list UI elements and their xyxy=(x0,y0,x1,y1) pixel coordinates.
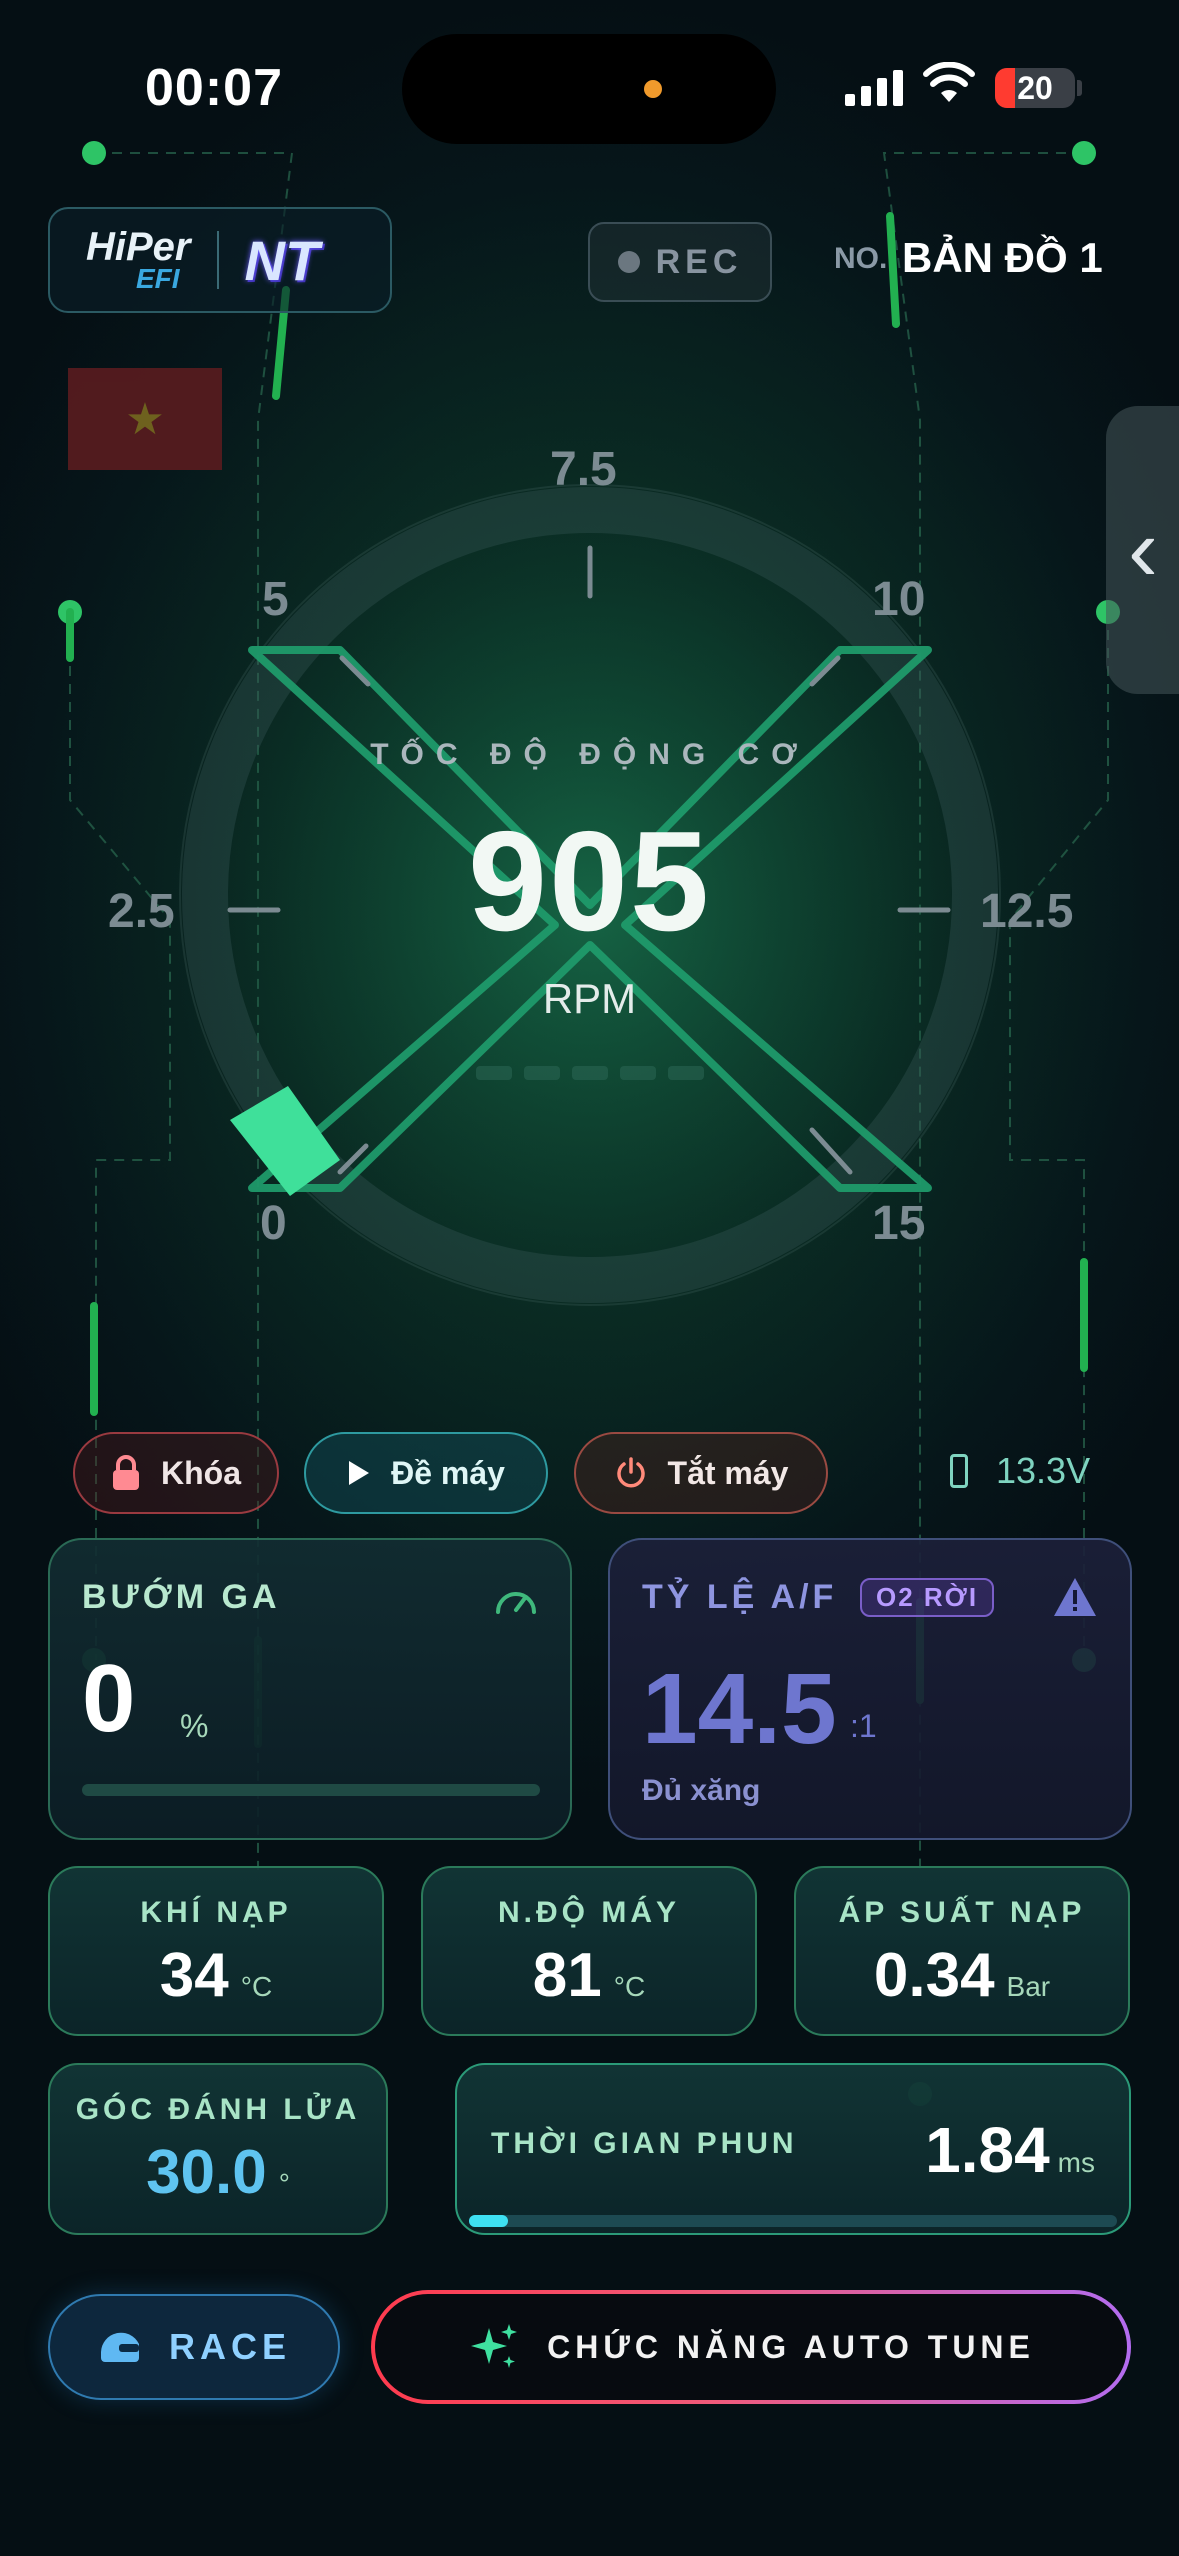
race-mode-label: RACE xyxy=(168,2326,291,2367)
manifold-pressure-unit: Bar xyxy=(1006,1971,1051,2002)
injection-time-value: 1.84 xyxy=(925,2114,1050,2186)
auto-tune-button[interactable]: CHỨC NĂNG AUTO TUNE xyxy=(371,2290,1131,2404)
engine-temp-card: N.ĐỘ MÁY 81 °C xyxy=(421,1866,757,2036)
dynamic-island xyxy=(402,34,776,144)
logo-nt-text: NT xyxy=(244,228,320,292)
record-dot-icon xyxy=(617,251,640,273)
start-engine-label: Đề máy xyxy=(391,1454,505,1491)
throttle-unit: % xyxy=(180,1708,209,1744)
gauge-tick-10: 10 xyxy=(872,573,926,626)
battery-voltage-icon xyxy=(950,1454,968,1488)
gauge-tick-7.5: 7.5 xyxy=(550,443,617,496)
o2-status-badge: O2 RỜI xyxy=(860,1578,995,1617)
throttle-value: 0 xyxy=(82,1645,136,1752)
manifold-pressure-value: 0.34 xyxy=(873,1941,995,2010)
intake-temp-value: 34 xyxy=(159,1941,229,2010)
sparkles-icon xyxy=(471,2324,518,2368)
map-selector[interactable]: BẢN ĐỒ 1 xyxy=(902,234,1103,282)
af-unit: :1 xyxy=(850,1708,877,1744)
lock-label: Khóa xyxy=(161,1454,241,1491)
speedometer-icon xyxy=(496,1592,536,1614)
throttle-title: BƯỚM GA xyxy=(82,1578,281,1616)
gauge-tick-5: 5 xyxy=(262,573,289,626)
record-label: REC xyxy=(655,242,743,281)
ignition-angle-unit: ° xyxy=(278,2168,290,2199)
rpm-unit: RPM xyxy=(542,975,637,1022)
gauge-tick-15: 15 xyxy=(872,1197,926,1250)
warning-icon xyxy=(1054,1578,1096,1616)
af-status: Đủ xăng xyxy=(642,1774,761,1807)
start-engine-button[interactable]: Đề máy xyxy=(304,1432,548,1514)
throttle-card: BƯỚM GA 0 % xyxy=(48,1538,572,1840)
af-ratio-card: TỶ LỆ A/F O2 RỜI 14.5 :1 Đủ xăng xyxy=(608,1538,1132,1840)
recording-indicator-dot xyxy=(644,80,662,98)
injection-time-bar-fill xyxy=(469,2215,508,2227)
status-time: 00:07 xyxy=(145,59,283,117)
manifold-pressure-label: ÁP SUẤT NẠP xyxy=(838,1896,1086,1929)
engine-temp-unit: °C xyxy=(613,1971,646,2002)
logo-efi-text: EFI xyxy=(136,263,180,294)
logo-separator xyxy=(216,231,219,289)
power-icon xyxy=(616,1457,645,1488)
stop-engine-button[interactable]: Tắt máy xyxy=(574,1432,828,1514)
engine-temp-value: 81 xyxy=(532,1941,602,2010)
ignition-angle-card: GÓC ĐÁNH LỬA 30.0 ° xyxy=(48,2063,388,2235)
helmet-icon xyxy=(100,2332,139,2362)
lock-icon xyxy=(113,1455,139,1490)
rpm-value: 905 xyxy=(468,802,711,961)
auto-tune-label: CHỨC NĂNG AUTO TUNE xyxy=(547,2328,1035,2365)
record-button[interactable]: REC xyxy=(588,222,772,302)
intake-temp-unit: °C xyxy=(240,1971,273,2002)
battery-icon: 20 xyxy=(995,68,1075,108)
logo-hiper-text: HiPer xyxy=(86,225,191,269)
battery-level: 20 xyxy=(1017,70,1053,106)
injection-time-unit: ms xyxy=(1057,2147,1095,2178)
af-value: 14.5 xyxy=(642,1653,837,1765)
wifi-icon xyxy=(923,62,975,102)
map-number-prefix: NO. xyxy=(834,242,888,275)
gauge-title: TỐC ĐỘ ĐỘNG CƠ xyxy=(370,738,809,771)
intake-temp-card: KHÍ NẠP 34 °C xyxy=(48,1866,384,2036)
injection-time-card: THỜI GIAN PHUN 1.84 ms xyxy=(455,2063,1131,2235)
injection-time-bar xyxy=(469,2215,1117,2227)
stop-engine-label: Tắt máy xyxy=(667,1454,789,1491)
throttle-bar xyxy=(82,1784,540,1796)
brand-logo: HiPer EFI NT xyxy=(48,207,392,313)
engine-temp-label: N.ĐỘ MÁY xyxy=(498,1896,680,1929)
race-mode-button[interactable]: RACE xyxy=(48,2294,340,2400)
injection-time-label: THỜI GIAN PHUN xyxy=(491,2127,798,2160)
battery-voltage-value: 13.3V xyxy=(996,1450,1091,1491)
lock-button[interactable]: Khóa xyxy=(73,1432,279,1514)
ignition-angle-label: GÓC ĐÁNH LỬA xyxy=(75,2093,361,2126)
battery-cap xyxy=(1077,80,1082,96)
intake-temp-label: KHÍ NẠP xyxy=(140,1896,292,1929)
battery-voltage: 13.3V xyxy=(950,1450,1090,1492)
manifold-pressure-card: ÁP SUẤT NẠP 0.34 Bar xyxy=(794,1866,1130,2036)
ignition-angle-value: 30.0 xyxy=(146,2138,267,2207)
gauge-tick-0: 0 xyxy=(260,1197,287,1250)
play-icon xyxy=(349,1461,370,1485)
af-title: TỶ LỆ A/F xyxy=(642,1578,838,1616)
cellular-signal-icon xyxy=(845,70,903,106)
